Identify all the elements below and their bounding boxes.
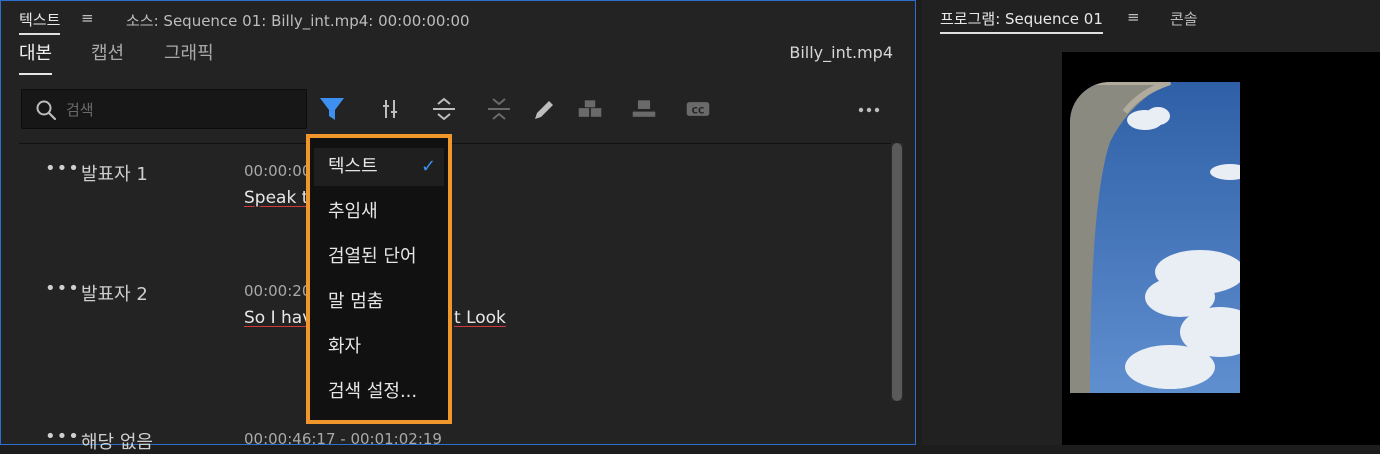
text-panel: 텍스트 ≡ 소스: Sequence 01: Billy_int.mp4: 00… [0,0,916,453]
split-segment-icon[interactable] [377,95,403,123]
filter-option-fillers[interactable]: 추임새 [314,193,444,231]
checkmark-icon: ✓ [421,156,437,177]
filter-icon[interactable] [319,95,345,123]
more-icon[interactable] [856,95,882,123]
panel-header: 텍스트 ≡ 소스: Sequence 01: Billy_int.mp4: 00… [1,1,915,35]
segment-more-icon[interactable]: ••• [45,278,80,299]
hamburger-menu-icon[interactable]: ≡ [1127,8,1140,26]
transcript-list: ••• 발표자 1 00:00:00 Speak to ••• 발표자 2 00… [19,143,893,453]
speaker-label[interactable]: 해당 없음 [81,428,153,454]
hamburger-menu-icon[interactable]: ≡ [81,9,94,27]
segment-timecode: 00:00:20 [244,282,312,300]
scrollbar[interactable] [891,143,903,401]
filter-option-pauses[interactable]: 말 멈춤 [314,283,444,321]
tab-captions[interactable]: 캡션 [91,39,124,73]
tab-console[interactable]: 콘솔 [1170,8,1198,29]
segment-text-tail[interactable]: t Look [454,308,506,328]
merge-segments-icon[interactable] [431,95,457,123]
filter-option-label: 텍스트 [328,156,378,177]
speaker-label[interactable]: 발표자 2 [81,280,148,306]
segment-timecode: 00:00:00 [244,162,312,180]
collapse-icon[interactable] [486,95,512,123]
panel-tab-text[interactable]: 텍스트 [19,9,61,35]
segment-more-icon[interactable]: ••• [45,426,80,447]
program-panel-title[interactable]: 프로그램: Sequence 01 [940,8,1103,34]
subtabs: 대본 캡션 그래픽 Billy_int.mp4 [1,39,915,75]
cc-icon[interactable]: CC [685,95,711,123]
filter-option-search-settings[interactable]: 검색 설정... [314,373,444,411]
filter-dropdown-menu: 텍스트 ✓ 추임새 검열된 단어 말 멈춤 화자 검색 설정... [306,134,452,424]
video-frame-image [1070,82,1240,393]
tab-transcript[interactable]: 대본 [19,39,53,75]
file-name: Billy_int.mp4 [789,43,893,62]
speaker-block-icon[interactable] [577,95,603,123]
source-label: 소스: Sequence 01: Billy_int.mp4: 00:00:00… [126,12,470,30]
filter-option-text[interactable]: 텍스트 ✓ [314,148,444,186]
edit-pencil-icon[interactable] [531,95,557,123]
filter-option-censored-words[interactable]: 검열된 단어 [314,238,444,276]
search-field[interactable] [21,89,307,129]
filter-option-speaker[interactable]: 화자 [314,328,444,366]
program-panel: 프로그램: Sequence 01 ≡ 콘솔 [922,0,1380,445]
search-icon [36,100,57,121]
segment-more-icon[interactable]: ••• [45,158,80,179]
insert-caption-icon[interactable] [631,95,657,123]
search-input[interactable] [64,96,298,124]
speaker-label[interactable]: 발표자 1 [81,160,148,186]
segment-timecode: 00:00:46:17 - 00:01:02:19 [244,430,442,448]
tab-graphics[interactable]: 그래픽 [164,39,214,73]
svg-text:CC: CC [692,106,705,116]
scrollbar-thumb[interactable] [892,143,902,401]
